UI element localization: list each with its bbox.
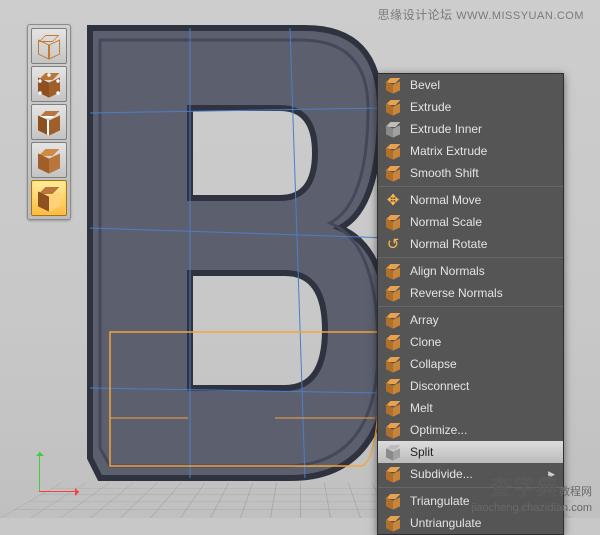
menu-item-label: Bevel	[410, 78, 555, 92]
menu-item-label: Matrix Extrude	[410, 144, 555, 158]
menu-item-disconnect[interactable]: Disconnect	[378, 375, 563, 397]
cube-icon	[384, 164, 402, 182]
face-mode-button[interactable]	[31, 142, 67, 178]
cube-icon	[384, 262, 402, 280]
cube-icon	[384, 465, 402, 483]
menu-item-melt[interactable]: Melt	[378, 397, 563, 419]
menu-item-label: Reverse Normals	[410, 286, 555, 300]
cube-icon	[384, 443, 402, 461]
edge-mode-icon	[38, 111, 60, 133]
menu-item-extrude-inner[interactable]: Extrude Inner	[378, 118, 563, 140]
menu-item-label: Disconnect	[410, 379, 555, 393]
object-mode-button[interactable]	[31, 28, 67, 64]
menu-item-label: Normal Rotate	[410, 237, 555, 251]
menu-item-label: Melt	[410, 401, 555, 415]
menu-item-split[interactable]: Split	[378, 441, 563, 463]
model-letter-b[interactable]	[60, 18, 400, 498]
cube-icon	[384, 76, 402, 94]
cube-icon	[384, 514, 402, 532]
cube-icon	[384, 421, 402, 439]
mode-toolbar	[27, 24, 71, 220]
menu-item-label: Normal Move	[410, 193, 555, 207]
face-mode-icon	[38, 149, 60, 171]
axis-y	[39, 452, 40, 492]
polygon-mode-icon	[38, 187, 60, 209]
menu-item-untriangulate[interactable]: Untriangulate	[378, 512, 563, 534]
menu-item-label: Split	[410, 445, 555, 459]
cube-icon	[384, 98, 402, 116]
cube-icon	[384, 492, 402, 510]
menu-item-label: Clone	[410, 335, 555, 349]
menu-item-label: Collapse	[410, 357, 555, 371]
menu-item-label: Untriangulate	[410, 516, 555, 530]
menu-item-optimize[interactable]: Optimize...	[378, 419, 563, 441]
menu-item-label: Align Normals	[410, 264, 555, 278]
cube-icon	[384, 284, 402, 302]
menu-item-label: Extrude	[410, 100, 555, 114]
vertex-mode-button[interactable]	[31, 66, 67, 102]
menu-item-reverse-normals[interactable]: Reverse Normals	[378, 282, 563, 304]
cube-icon	[384, 399, 402, 417]
menu-item-clone[interactable]: Clone	[378, 331, 563, 353]
menu-separator	[378, 257, 563, 258]
menu-item-collapse[interactable]: Collapse	[378, 353, 563, 375]
cube-icon	[384, 120, 402, 138]
cube-icon	[384, 333, 402, 351]
cube-icon	[384, 355, 402, 373]
menu-item-label: Optimize...	[410, 423, 555, 437]
menu-item-smooth-shift[interactable]: Smooth Shift	[378, 162, 563, 184]
menu-separator	[378, 186, 563, 187]
menu-item-array[interactable]: Array	[378, 309, 563, 331]
menu-item-label: Array	[410, 313, 555, 327]
polygon-mode-button[interactable]	[31, 180, 67, 216]
watermark-top: 思缘设计论坛 WWW.MISSYUAN.COM	[378, 6, 584, 23]
context-menu: Bevel Extrude Extrude Inner Matrix Extrude S…	[377, 73, 564, 535]
menu-item-align-normals[interactable]: Align Normals	[378, 260, 563, 282]
normal-rotate-icon: ↺	[384, 235, 402, 253]
menu-item-label: Smooth Shift	[410, 166, 555, 180]
menu-separator	[378, 306, 563, 307]
menu-item-extrude[interactable]: Extrude	[378, 96, 563, 118]
menu-item-matrix-extrude[interactable]: Matrix Extrude	[378, 140, 563, 162]
watermark-bottom: 查字典教程网 jiaocheng.chazidian.com	[472, 470, 592, 514]
vertex-mode-icon	[38, 73, 60, 95]
axis-gizmo[interactable]	[35, 452, 75, 492]
edge-mode-button[interactable]	[31, 104, 67, 140]
normal-move-icon: ✥	[384, 191, 402, 209]
cube-icon	[384, 213, 402, 231]
menu-item-normal-move[interactable]: ✥ Normal Move	[378, 189, 563, 211]
menu-item-normal-rotate[interactable]: ↺ Normal Rotate	[378, 233, 563, 255]
cube-icon	[384, 142, 402, 160]
menu-item-label: Extrude Inner	[410, 122, 555, 136]
cube-icon	[384, 377, 402, 395]
menu-item-bevel[interactable]: Bevel	[378, 74, 563, 96]
menu-item-normal-scale[interactable]: Normal Scale	[378, 211, 563, 233]
menu-item-label: Normal Scale	[410, 215, 555, 229]
object-mode-icon	[38, 35, 60, 57]
axis-x	[39, 491, 79, 492]
cube-icon	[384, 311, 402, 329]
